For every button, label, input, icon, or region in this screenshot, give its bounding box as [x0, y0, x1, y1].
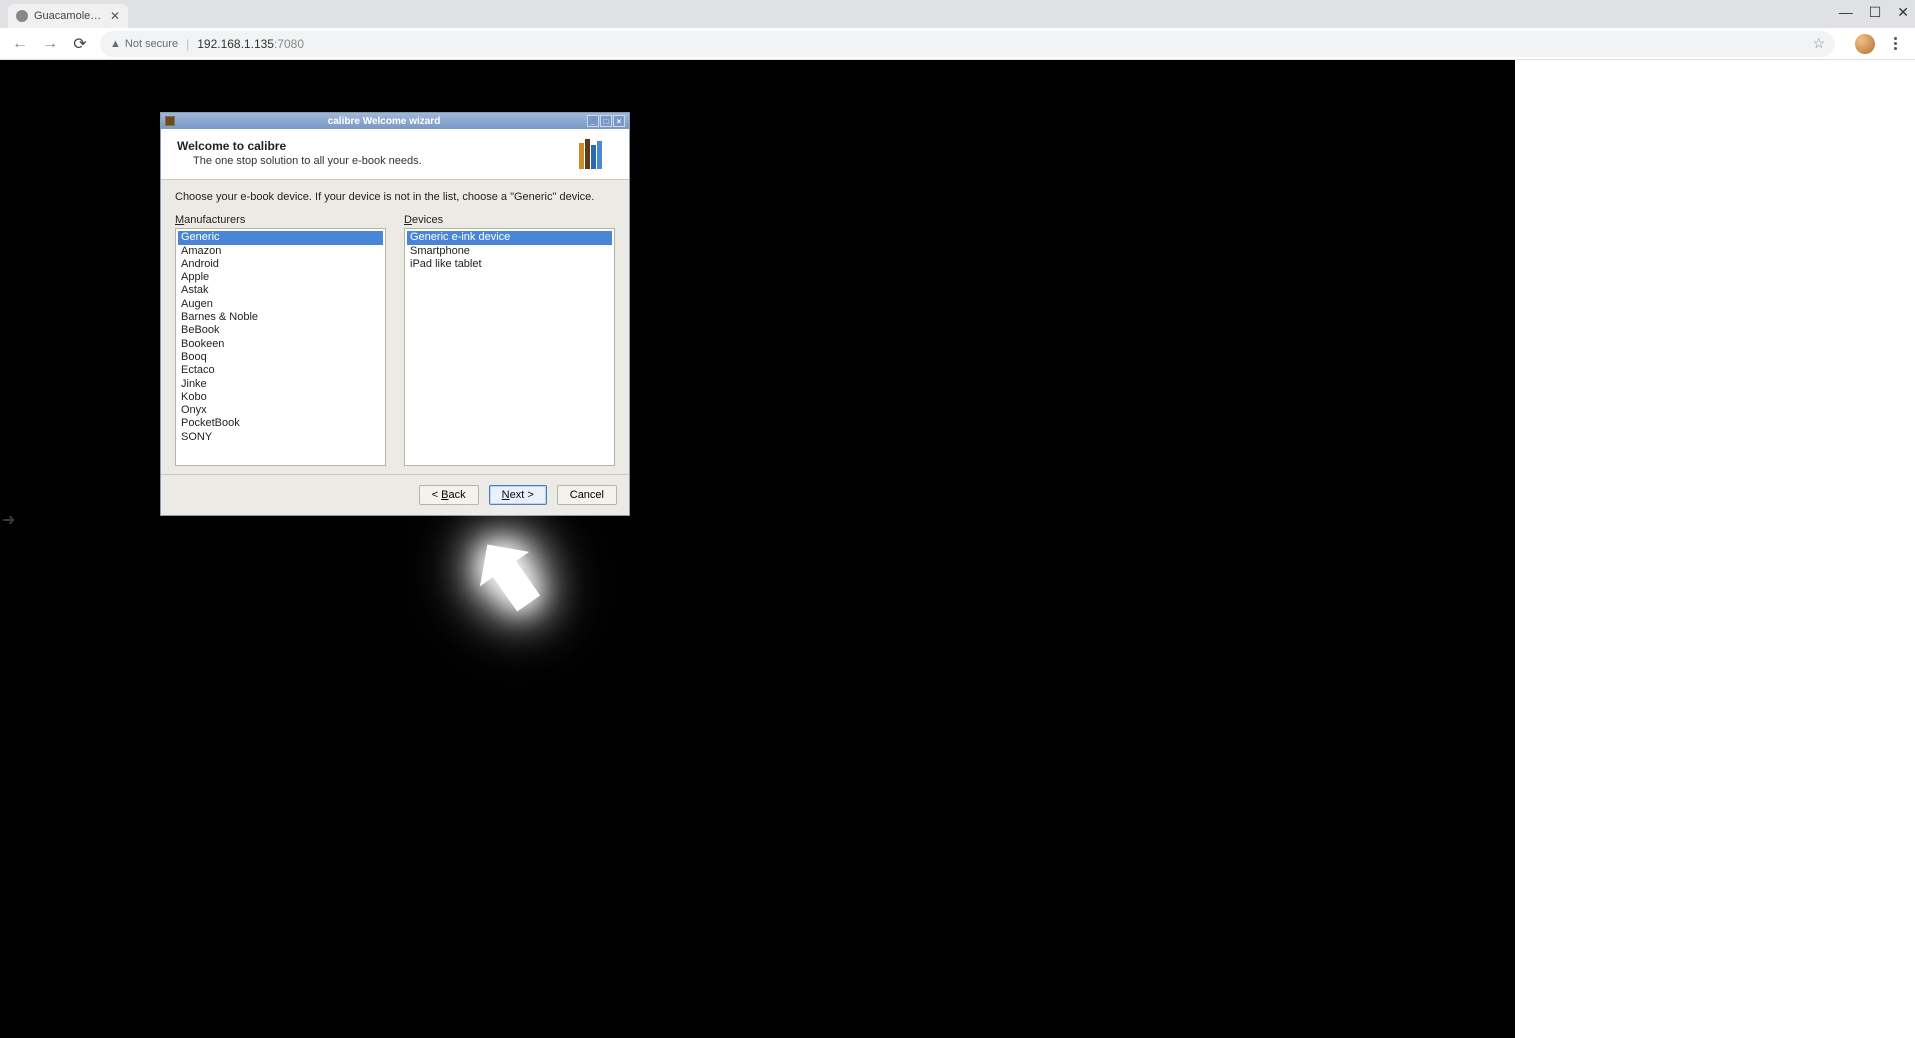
- tab-close-icon[interactable]: ✕: [110, 9, 120, 23]
- window-close-icon[interactable]: ✕: [1897, 4, 1909, 21]
- security-label: Not secure: [125, 38, 178, 50]
- wizard-maximize-icon[interactable]: □: [600, 115, 612, 127]
- manufacturer-item[interactable]: PocketBook: [178, 417, 383, 430]
- manufacturers-label: Manufacturers: [175, 214, 386, 226]
- warning-icon: ▲: [110, 38, 121, 50]
- manufacturers-listbox[interactable]: GenericAmazonAndroidAppleAstakAugenBarne…: [175, 228, 386, 466]
- device-item[interactable]: Generic e-ink device: [407, 231, 612, 244]
- bookmark-star-icon[interactable]: ☆: [1812, 35, 1825, 52]
- browser-menu-icon[interactable]: [1885, 37, 1905, 50]
- manufacturer-item[interactable]: Augen: [178, 298, 383, 311]
- wizard-window-title: calibre Welcome wizard: [181, 116, 587, 127]
- next-button[interactable]: Next >: [489, 485, 547, 505]
- url-text: 192.168.1.135:7080: [197, 37, 304, 51]
- tab-strip: Guacamole Clie ✕ — ☐ ✕: [0, 0, 1915, 28]
- profile-avatar-icon[interactable]: [1855, 34, 1875, 54]
- browser-chrome: Guacamole Clie ✕ — ☐ ✕ ← → ⟳ ▲ Not secur…: [0, 0, 1915, 1038]
- window-maximize-icon[interactable]: ☐: [1869, 4, 1882, 21]
- devices-listbox[interactable]: Generic e-ink deviceSmartphoneiPad like …: [404, 228, 615, 466]
- tab-title: Guacamole Clie: [34, 10, 104, 22]
- device-item[interactable]: iPad like tablet: [407, 258, 612, 271]
- manufacturer-item[interactable]: Ectaco: [178, 364, 383, 377]
- device-item[interactable]: Smartphone: [407, 245, 612, 258]
- security-indicator[interactable]: ▲ Not secure: [110, 38, 178, 50]
- manufacturer-item[interactable]: Android: [178, 258, 383, 271]
- window-controls: — ☐ ✕: [1839, 4, 1909, 21]
- devices-label: Devices: [404, 214, 615, 226]
- manufacturer-item[interactable]: BeBook: [178, 324, 383, 337]
- wizard-minimize-icon[interactable]: _: [587, 115, 599, 127]
- wizard-header: Welcome to calibre The one stop solution…: [161, 129, 629, 180]
- manufacturer-item[interactable]: SONY: [178, 431, 383, 444]
- calibre-books-icon: [579, 139, 615, 169]
- browser-tab[interactable]: Guacamole Clie ✕: [8, 4, 128, 28]
- omnibox-divider: |: [186, 37, 189, 51]
- window-minimize-icon[interactable]: —: [1839, 4, 1853, 21]
- wizard-close-icon[interactable]: ×: [613, 115, 625, 127]
- wizard-titlebar[interactable]: calibre Welcome wizard _ □ ×: [161, 113, 629, 129]
- wizard-body: Choose your e-book device. If your devic…: [161, 180, 629, 474]
- manufacturer-item[interactable]: Bookeen: [178, 338, 383, 351]
- manufacturer-item[interactable]: Jinke: [178, 378, 383, 391]
- wizard-heading: Welcome to calibre: [177, 139, 579, 153]
- manufacturer-item[interactable]: Generic: [178, 231, 383, 244]
- address-bar[interactable]: ▲ Not secure | 192.168.1.135:7080 ☆: [100, 31, 1835, 57]
- manufacturer-item[interactable]: Booq: [178, 351, 383, 364]
- manufacturer-item[interactable]: Apple: [178, 271, 383, 284]
- cancel-button[interactable]: Cancel: [557, 485, 617, 505]
- url-host: 192.168.1.135: [197, 37, 274, 51]
- wizard-instruction: Choose your e-book device. If your devic…: [175, 190, 615, 204]
- nav-forward-icon[interactable]: →: [40, 34, 60, 54]
- manufacturer-item[interactable]: Astak: [178, 284, 383, 297]
- wizard-window-buttons: _ □ ×: [587, 115, 625, 127]
- manufacturer-item[interactable]: Barnes & Noble: [178, 311, 383, 324]
- wizard-subheading: The one stop solution to all your e-book…: [177, 155, 579, 167]
- back-button[interactable]: < Back: [419, 485, 479, 505]
- manufacturer-item[interactable]: Onyx: [178, 404, 383, 417]
- nav-back-icon[interactable]: ←: [10, 34, 30, 54]
- devices-column: Devices Generic e-ink deviceSmartphoneiP…: [404, 214, 615, 466]
- tab-favicon-icon: [16, 10, 28, 22]
- manufacturer-item[interactable]: Kobo: [178, 391, 383, 404]
- wizard-footer: < Back Next > Cancel: [161, 474, 629, 515]
- browser-toolbar: ← → ⟳ ▲ Not secure | 192.168.1.135:7080 …: [0, 28, 1915, 60]
- guacamole-menu-arrow-icon[interactable]: ➜: [2, 510, 15, 530]
- highlight-cursor-icon: [450, 530, 550, 635]
- manufacturer-item[interactable]: Amazon: [178, 245, 383, 258]
- url-port: :7080: [274, 37, 304, 51]
- nav-reload-icon[interactable]: ⟳: [70, 34, 90, 54]
- manufacturers-column: Manufacturers GenericAmazonAndroidAppleA…: [175, 214, 386, 466]
- remote-desktop-viewport[interactable]: ➜ calibre Welcome wizard _ □ × Welcome t…: [0, 60, 1515, 1038]
- calibre-app-icon: [165, 116, 175, 126]
- calibre-welcome-wizard-window: calibre Welcome wizard _ □ × Welcome to …: [160, 112, 630, 516]
